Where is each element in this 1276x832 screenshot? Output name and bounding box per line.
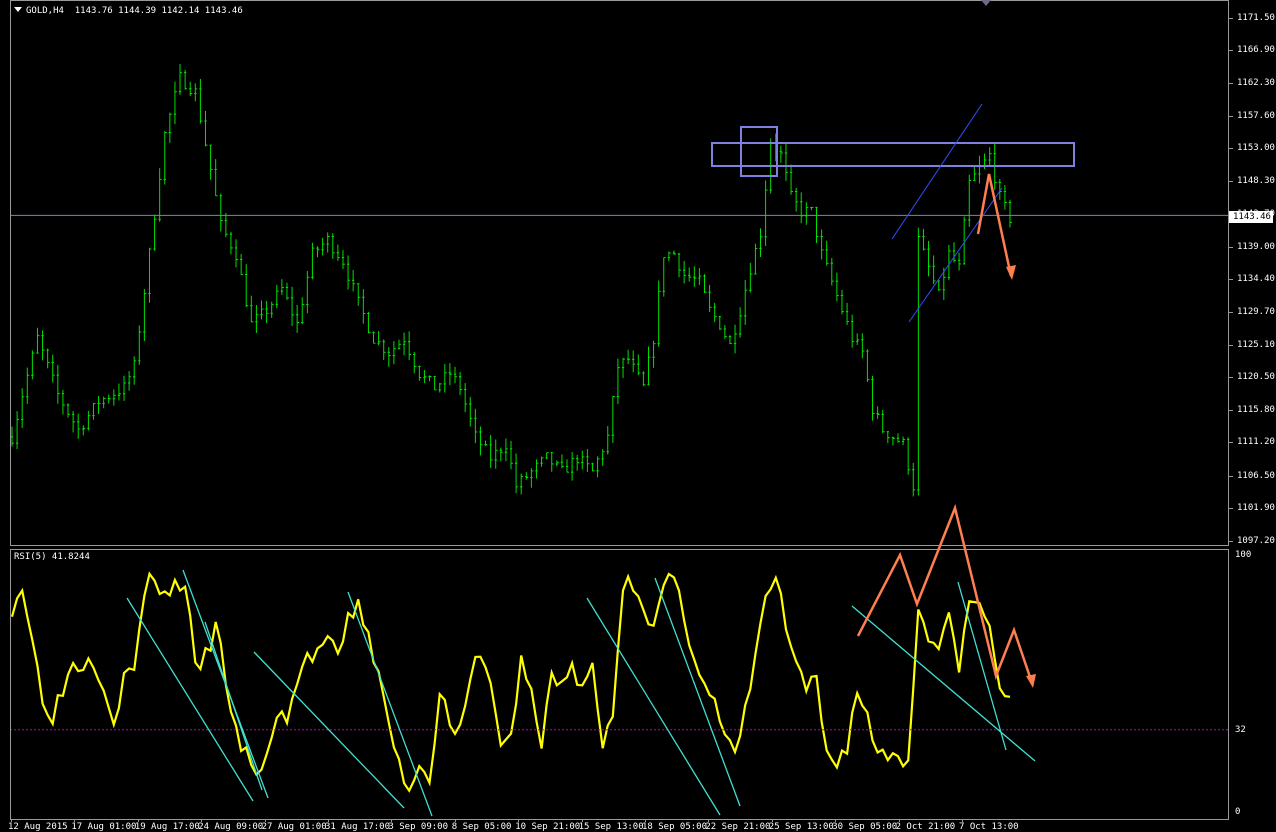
price-panel-frame: [10, 0, 1229, 546]
time-axis-label: 7 Oct 13:00: [959, 822, 1019, 832]
price-axis-label: 1115.80: [1237, 405, 1275, 416]
symbol-title-text: GOLD,H4 1143.76 1144.39 1142.14 1143.46: [26, 6, 243, 16]
time-axis-tick: [74, 819, 76, 822]
price-axis-tick: [1229, 376, 1233, 378]
time-axis-label: 22 Sep 21:00: [705, 822, 771, 832]
time-axis-label: 15 Sep 13:00: [578, 822, 644, 832]
time-axis-tick: [137, 819, 139, 822]
price-axis-label: 1111.20: [1237, 437, 1275, 448]
price-axis-tick: [1229, 115, 1233, 117]
price-axis-label: 1157.60: [1237, 110, 1275, 121]
price-axis-tick: [1229, 541, 1233, 542]
price-axis-tick: [1229, 475, 1233, 477]
price-axis-tick: [1229, 18, 1233, 19]
time-axis-label: 3 Sep 09:00: [388, 822, 448, 832]
time-axis-label: 24 Aug 09:00: [198, 822, 264, 832]
price-axis-label: 1129.70: [1237, 307, 1275, 318]
time-axis-label: 12 Aug 2015: [8, 822, 68, 832]
price-axis-label: 1101.90: [1237, 502, 1275, 513]
time-axis-tick: [771, 819, 773, 822]
time-axis-label: 8 Sep 05:00: [451, 822, 512, 832]
rsi-title: RSI(5) 41.8244: [14, 552, 90, 562]
time-axis-tick: [645, 819, 646, 822]
price-axis-tick: [1229, 246, 1233, 248]
price-axis-tick: [1229, 344, 1233, 346]
price-axis-label: 1153.00: [1237, 143, 1275, 154]
price-axis-tick: [1229, 181, 1233, 183]
price-axis-label: 1106.50: [1237, 470, 1275, 481]
rsi-axis-label: 0: [1235, 807, 1241, 817]
dropdown-triangle-icon[interactable]: [14, 7, 22, 12]
chart-shift-marker[interactable]: [981, 0, 991, 6]
time-axis-tick: [581, 819, 583, 822]
time-axis-tick: [962, 819, 963, 822]
price-axis-label: 1134.40: [1237, 274, 1275, 285]
time-axis-label: 17 Aug 01:00: [71, 822, 137, 832]
time-axis-label: 25 Sep 13:00: [768, 822, 834, 832]
time-axis-tick: [264, 819, 266, 822]
price-axis-tick: [1229, 279, 1233, 281]
price-axis-label: 1148.30: [1237, 176, 1275, 187]
time-axis-tick: [708, 819, 710, 822]
price-axis-tick: [1229, 148, 1233, 150]
time-axis-tick: [898, 819, 900, 822]
price-axis-label: 1139.00: [1237, 241, 1275, 252]
price-axis-label: 1166.90: [1237, 45, 1275, 56]
rsi-axis-label: 32: [1235, 724, 1246, 735]
time-axis-tick: [328, 819, 329, 822]
price-axis-label: 1097.20: [1237, 536, 1275, 546]
price-axis-tick: [1229, 410, 1233, 412]
time-axis-tick: [11, 819, 12, 822]
price-axis-label: 1171.50: [1237, 13, 1275, 23]
price-axis-tick: [1229, 312, 1233, 314]
price-axis-tick: [1229, 50, 1233, 52]
time-axis-tick: [201, 819, 203, 822]
time-axis-label: 10 Sep 21:00: [515, 822, 581, 832]
time-axis-label: 2 Oct 21:00: [895, 822, 956, 832]
time-axis-label: 18 Sep 05:00: [642, 822, 708, 832]
symbol-title[interactable]: GOLD,H4 1143.76 1144.39 1142.14 1143.46: [14, 6, 243, 16]
current-price-label: 1143.46: [1229, 211, 1273, 223]
time-axis-label: 19 Aug 17:00: [134, 822, 200, 832]
price-axis-tick: [1229, 442, 1233, 444]
rsi-axis-label: 100: [1235, 550, 1252, 560]
time-axis-tick: [454, 819, 456, 822]
time-axis-label: 31 Aug 17:00: [325, 822, 391, 832]
price-axis-tick: [1229, 82, 1233, 84]
time-axis-label: 27 Aug 01:00: [261, 822, 327, 832]
rsi-panel-frame: [10, 549, 1229, 820]
time-axis-label: 30 Sep 05:00: [832, 822, 898, 832]
time-axis-tick: [518, 819, 520, 822]
price-axis-label: 1120.50: [1237, 371, 1275, 382]
price-axis-tick: [1229, 507, 1233, 509]
time-axis-tick: [835, 819, 837, 822]
price-axis-label: 1125.10: [1237, 339, 1275, 350]
price-axis-label: 1162.30: [1237, 77, 1275, 88]
time-axis-tick: [391, 819, 393, 822]
